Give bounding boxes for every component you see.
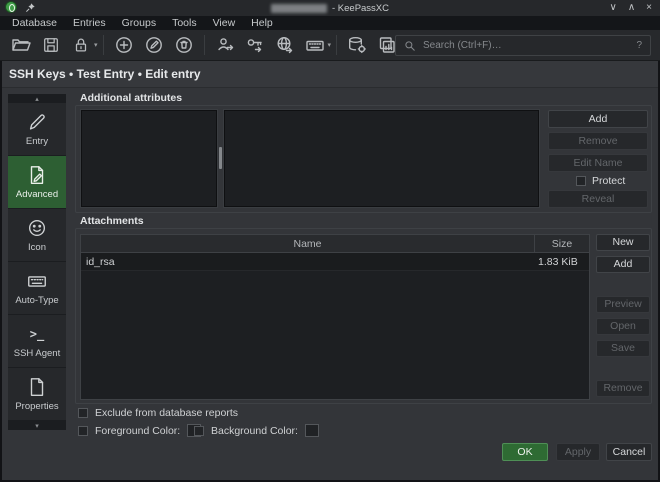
attachment-add-button[interactable]: Add: [596, 256, 650, 273]
menu-view[interactable]: View: [205, 16, 244, 30]
additional-attributes-title: Additional attributes: [80, 92, 182, 104]
sidebar-item-label: Entry: [26, 136, 48, 147]
attachment-open-button[interactable]: Open: [596, 318, 650, 335]
attachments-table-header[interactable]: Name Size: [81, 235, 589, 253]
breadcrumb-bar: SSH Keys • Test Entry • Edit entry: [2, 61, 658, 88]
autotype-dropdown-caret-icon[interactable]: ▾: [328, 41, 332, 49]
menu-groups[interactable]: Groups: [114, 16, 164, 30]
sidebar-item-entry[interactable]: Entry: [8, 103, 66, 155]
sidebar-item-label: Properties: [15, 401, 58, 412]
sidebar-item-icon[interactable]: Icon: [8, 209, 66, 261]
save-database-icon[interactable]: [38, 33, 64, 57]
attachment-remove-button[interactable]: Remove: [596, 380, 650, 397]
foreground-color-checkbox[interactable]: [78, 426, 88, 436]
sidebar-scroll-up[interactable]: ▴: [8, 94, 66, 103]
protect-label: Protect: [592, 175, 625, 187]
attachment-row-id-rsa[interactable]: id_rsa 1.83 KiB: [81, 253, 589, 271]
attachments-table[interactable]: Name Size id_rsa 1.83 KiB: [80, 234, 590, 400]
keyboard-icon: [26, 270, 48, 292]
menu-bar: Database Entries Groups Tools View Help: [0, 16, 660, 30]
menu-entries[interactable]: Entries: [65, 16, 114, 30]
foreground-color-option[interactable]: Foreground Color:: [78, 424, 201, 437]
protect-checkbox[interactable]: [576, 176, 586, 186]
document-icon: [26, 376, 48, 398]
lock-dropdown-caret-icon[interactable]: ▾: [94, 41, 98, 49]
column-header-name[interactable]: Name: [81, 235, 534, 252]
sidebar-item-properties[interactable]: Properties: [8, 368, 66, 420]
attribute-reveal-button[interactable]: Reveal: [548, 190, 648, 208]
attachment-preview-button[interactable]: Preview: [596, 296, 650, 313]
maximize-button[interactable]: ∧: [628, 0, 635, 16]
toolbar-separator: [336, 35, 337, 55]
foreground-color-label: Foreground Color:: [95, 425, 180, 437]
attachment-new-button[interactable]: New: [596, 234, 650, 251]
menu-help[interactable]: Help: [243, 16, 281, 30]
menu-database[interactable]: Database: [4, 16, 65, 30]
search-input[interactable]: Search (Ctrl+F)…: [423, 40, 629, 51]
background-color-swatch[interactable]: [305, 424, 319, 437]
open-database-icon[interactable]: [8, 33, 34, 57]
lock-database-icon[interactable]: [68, 33, 94, 57]
ok-button[interactable]: OK: [502, 443, 548, 461]
smiley-icon: [26, 217, 48, 239]
sidebar-item-label: Icon: [28, 242, 46, 253]
copy-username-icon[interactable]: [212, 33, 238, 57]
copy-password-icon[interactable]: [242, 33, 268, 57]
protect-option[interactable]: Protect: [576, 175, 625, 187]
edit-entry-icon[interactable]: [141, 33, 167, 57]
scroll-up-icon: ▴: [35, 95, 39, 103]
exclude-reports-checkbox[interactable]: [78, 408, 88, 418]
sidebar-item-ssh-agent[interactable]: >_ SSH Agent: [8, 315, 66, 367]
menu-tools[interactable]: Tools: [164, 16, 205, 30]
close-button[interactable]: ×: [646, 0, 652, 16]
search-help-icon[interactable]: ?: [636, 40, 642, 51]
attribute-add-button[interactable]: Add: [548, 110, 648, 128]
redacted-database-name: [271, 4, 327, 13]
sidebar-item-advanced[interactable]: Advanced: [8, 156, 66, 208]
attachments-title: Attachments: [80, 215, 144, 227]
edit-entry-category-list: ▴ Entry Advanced Icon Auto-Type >_ SSH A…: [8, 94, 66, 430]
keepassxc-window: - KeePassXC ∨ ∧ × Database Entries Group…: [0, 0, 660, 482]
keepassxc-logo-icon: [5, 1, 17, 13]
window-title: - KeePassXC: [271, 3, 389, 14]
breadcrumb: SSH Keys • Test Entry • Edit entry: [9, 67, 201, 81]
cancel-button[interactable]: Cancel: [606, 443, 652, 461]
attachment-save-button[interactable]: Save: [596, 340, 650, 357]
pin-icon: [25, 2, 36, 13]
document-edit-icon: [26, 164, 48, 186]
sidebar-scroll-down[interactable]: ▾: [8, 421, 66, 430]
terminal-prompt-icon: >_: [30, 323, 44, 345]
toolbar-separator: [103, 35, 104, 55]
pencil-icon: [26, 111, 48, 133]
attribute-splitter-handle[interactable]: [219, 147, 222, 169]
apply-button[interactable]: Apply: [556, 443, 600, 461]
column-header-size[interactable]: Size: [534, 235, 589, 252]
background-color-label: Background Color:: [211, 425, 298, 437]
title-bar: - KeePassXC ∨ ∧ ×: [0, 0, 660, 16]
attachment-name: id_rsa: [81, 253, 534, 270]
perform-autotype-icon[interactable]: [302, 33, 328, 57]
search-box[interactable]: Search (Ctrl+F)… ?: [395, 35, 651, 56]
attachment-size: 1.83 KiB: [534, 253, 589, 270]
exclude-reports-label: Exclude from database reports: [95, 407, 238, 419]
copy-url-icon[interactable]: [272, 33, 298, 57]
attribute-value-editor[interactable]: [224, 110, 539, 207]
background-color-checkbox[interactable]: [194, 426, 204, 436]
sidebar-item-label: SSH Agent: [14, 348, 60, 359]
sidebar-item-auto-type[interactable]: Auto-Type: [8, 262, 66, 314]
attribute-list[interactable]: [81, 110, 217, 207]
delete-entry-icon[interactable]: [171, 33, 197, 57]
attribute-edit-name-button[interactable]: Edit Name: [548, 154, 648, 172]
new-entry-icon[interactable]: [111, 33, 137, 57]
exclude-reports-option[interactable]: Exclude from database reports: [78, 407, 238, 419]
minimize-button[interactable]: ∨: [610, 0, 617, 16]
toolbar-separator: [204, 35, 205, 55]
sidebar-item-label: Advanced: [16, 189, 58, 200]
search-icon: [404, 40, 416, 52]
background-color-option[interactable]: Background Color:: [194, 424, 319, 437]
database-settings-icon[interactable]: [344, 33, 370, 57]
scroll-down-icon: ▾: [35, 422, 39, 430]
sidebar-item-label: Auto-Type: [15, 295, 58, 306]
attribute-remove-button[interactable]: Remove: [548, 132, 648, 150]
